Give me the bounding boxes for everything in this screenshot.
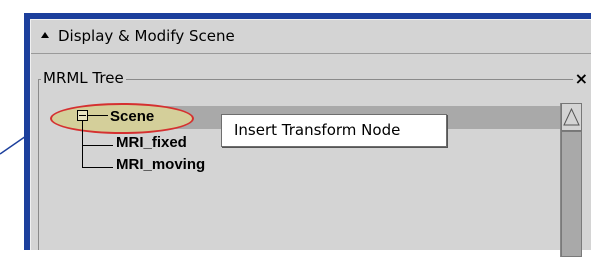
scroll-thumb[interactable] (561, 131, 582, 257)
scroll-up-arrow-icon (563, 107, 580, 126)
menu-item-insert-transform-node[interactable]: Insert Transform Node (234, 121, 400, 139)
tree-connector (82, 145, 113, 146)
tree-node-mri-moving[interactable]: MRI_moving (116, 156, 205, 173)
scroll-up-button[interactable] (561, 103, 582, 131)
tree-connector (82, 121, 83, 167)
tree-scrollbar[interactable] (560, 103, 582, 257)
tree-node-scene[interactable]: Scene (110, 108, 154, 125)
collapse-node-icon[interactable] (77, 110, 88, 121)
tree-connector (88, 115, 108, 116)
mrml-tree-label: MRML Tree (41, 69, 126, 87)
collapse-triangle-icon[interactable] (41, 32, 49, 38)
section-title: Display & Modify Scene (58, 27, 235, 45)
close-icon[interactable]: × (572, 70, 590, 88)
section-header[interactable]: Display & Modify Scene (31, 20, 591, 54)
tree-connector (82, 167, 113, 168)
tree-node-mri-fixed[interactable]: MRI_fixed (116, 134, 187, 151)
context-menu: Insert Transform Node (221, 114, 447, 147)
